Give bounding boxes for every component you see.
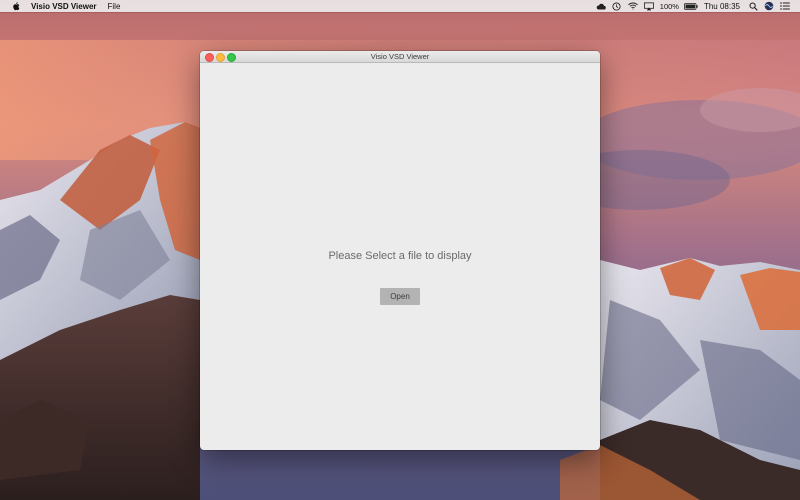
- battery-percent: 100%: [659, 1, 679, 11]
- menu-clock[interactable]: Thu 08:35: [704, 2, 740, 11]
- cloud-icon[interactable]: [596, 1, 606, 11]
- airplay-icon[interactable]: [643, 1, 654, 11]
- notification-list-icon[interactable]: [780, 1, 790, 11]
- minimize-window-button[interactable]: [216, 53, 225, 62]
- clock-history-icon[interactable]: [612, 1, 622, 11]
- open-button[interactable]: Open: [380, 288, 420, 305]
- siri-icon[interactable]: [764, 1, 774, 11]
- menu-bar: Visio VSD Viewer File 100% Thu 08:35: [0, 0, 800, 12]
- window-titlebar[interactable]: Visio VSD Viewer: [200, 51, 600, 63]
- search-icon[interactable]: [748, 1, 758, 11]
- close-window-button[interactable]: [205, 53, 214, 62]
- app-window: Visio VSD Viewer Please Select a file to…: [200, 51, 600, 450]
- file-menu[interactable]: File: [108, 2, 121, 11]
- app-name-menu[interactable]: Visio VSD Viewer: [31, 2, 97, 11]
- zoom-window-button[interactable]: [227, 53, 236, 62]
- select-file-prompt: Please Select a file to display: [328, 250, 472, 262]
- apple-menu-icon[interactable]: [11, 1, 21, 11]
- battery-icon[interactable]: [684, 1, 698, 11]
- window-title: Visio VSD Viewer: [370, 52, 430, 61]
- wifi-icon[interactable]: [627, 1, 638, 11]
- status-area: 100% Thu 08:35: [596, 0, 800, 12]
